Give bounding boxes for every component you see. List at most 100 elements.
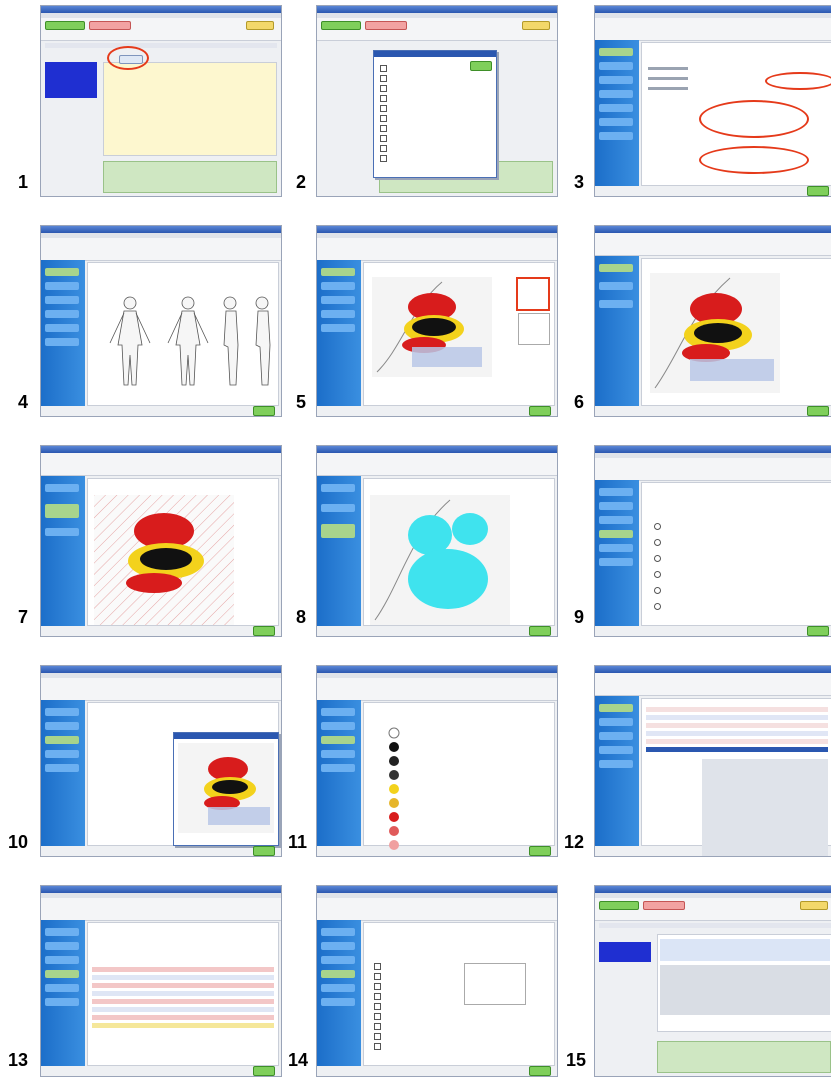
nav-item[interactable] bbox=[45, 268, 79, 276]
table-row[interactable] bbox=[92, 983, 274, 988]
nav-item[interactable] bbox=[599, 90, 633, 98]
patient-list[interactable] bbox=[599, 942, 651, 962]
option-checkbox[interactable] bbox=[380, 95, 387, 102]
nav-item[interactable] bbox=[45, 998, 79, 1006]
nav-item[interactable] bbox=[45, 984, 79, 992]
measure-checkbox[interactable] bbox=[374, 973, 381, 980]
table-row[interactable] bbox=[92, 1023, 274, 1028]
grade-radio[interactable] bbox=[654, 603, 661, 610]
nav-item[interactable] bbox=[599, 718, 633, 726]
navigation-panel[interactable] bbox=[317, 476, 361, 626]
nav-item[interactable] bbox=[599, 132, 633, 140]
option-checkbox[interactable] bbox=[380, 145, 387, 152]
navigation-panel[interactable] bbox=[595, 696, 639, 846]
nav-item[interactable] bbox=[321, 722, 355, 730]
table-row[interactable] bbox=[646, 715, 828, 720]
navigation-panel[interactable] bbox=[41, 920, 85, 1066]
nav-item[interactable] bbox=[599, 760, 633, 768]
table-row[interactable] bbox=[92, 1007, 274, 1012]
grade-radio[interactable] bbox=[654, 571, 661, 578]
measure-checkbox[interactable] bbox=[374, 1033, 381, 1040]
preview-popup[interactable] bbox=[173, 732, 279, 846]
nav-item[interactable] bbox=[599, 502, 633, 510]
measure-checkbox[interactable] bbox=[374, 963, 381, 970]
grade-radio[interactable] bbox=[654, 523, 661, 530]
thumbnail[interactable] bbox=[518, 313, 550, 345]
nav-item[interactable] bbox=[45, 942, 79, 950]
grade-radio[interactable] bbox=[654, 539, 661, 546]
nav-item[interactable] bbox=[599, 732, 633, 740]
table-row[interactable] bbox=[92, 1015, 274, 1020]
alphabet-bar[interactable] bbox=[599, 923, 831, 928]
save-button[interactable] bbox=[529, 846, 551, 856]
toolbar-button[interactable] bbox=[365, 21, 407, 30]
table-row[interactable] bbox=[646, 707, 828, 712]
save-button[interactable] bbox=[253, 406, 275, 416]
grade-radio[interactable] bbox=[654, 587, 661, 594]
navigation-panel[interactable] bbox=[595, 40, 639, 186]
save-button[interactable] bbox=[253, 846, 275, 856]
navigation-panel[interactable] bbox=[317, 920, 361, 1066]
nav-item[interactable] bbox=[45, 504, 79, 518]
nav-item[interactable] bbox=[599, 282, 633, 290]
option-checkbox[interactable] bbox=[380, 105, 387, 112]
nav-item[interactable] bbox=[45, 956, 79, 964]
nav-item[interactable] bbox=[599, 76, 633, 84]
nav-item[interactable] bbox=[45, 736, 79, 744]
option-checkbox[interactable] bbox=[380, 85, 387, 92]
measure-checkbox[interactable] bbox=[374, 1043, 381, 1050]
navigation-panel[interactable] bbox=[317, 260, 361, 406]
nav-item[interactable] bbox=[321, 998, 355, 1006]
nav-item[interactable] bbox=[45, 722, 79, 730]
measures-table[interactable] bbox=[641, 698, 831, 856]
save-button[interactable] bbox=[529, 406, 551, 416]
measure-checkbox[interactable] bbox=[374, 1003, 381, 1010]
option-checkbox[interactable] bbox=[380, 75, 387, 82]
option-checkbox[interactable] bbox=[380, 115, 387, 122]
thumbnail-selected[interactable] bbox=[516, 277, 550, 311]
nav-item[interactable] bbox=[599, 488, 633, 496]
nav-item[interactable] bbox=[321, 984, 355, 992]
measure-checkbox[interactable] bbox=[374, 1013, 381, 1020]
nav-item[interactable] bbox=[321, 310, 355, 318]
nav-item[interactable] bbox=[599, 516, 633, 524]
table-row[interactable] bbox=[646, 723, 828, 728]
nav-item[interactable] bbox=[321, 524, 355, 538]
option-checkbox[interactable] bbox=[380, 65, 387, 72]
nav-item[interactable] bbox=[599, 118, 633, 126]
nav-item[interactable] bbox=[45, 750, 79, 758]
navigation-panel[interactable] bbox=[41, 260, 85, 406]
nav-item[interactable] bbox=[45, 484, 79, 492]
wound-image-filled[interactable] bbox=[370, 495, 510, 625]
option-checkbox[interactable] bbox=[380, 155, 387, 162]
nav-item[interactable] bbox=[599, 300, 633, 308]
nav-item[interactable] bbox=[599, 704, 633, 712]
nav-item[interactable] bbox=[321, 324, 355, 332]
option-checkbox[interactable] bbox=[380, 125, 387, 132]
nav-item[interactable] bbox=[321, 282, 355, 290]
nav-item[interactable] bbox=[321, 956, 355, 964]
table-row[interactable] bbox=[646, 739, 828, 744]
nav-item[interactable] bbox=[599, 544, 633, 552]
wound-image[interactable] bbox=[650, 273, 780, 393]
navigation-panel[interactable] bbox=[595, 256, 639, 406]
nav-item[interactable] bbox=[45, 764, 79, 772]
nav-item[interactable] bbox=[45, 296, 79, 304]
navigation-panel[interactable] bbox=[595, 480, 639, 626]
nav-item[interactable] bbox=[321, 928, 355, 936]
save-button[interactable] bbox=[253, 626, 275, 636]
toolbar-button[interactable] bbox=[246, 21, 274, 30]
nav-item[interactable] bbox=[599, 530, 633, 538]
save-button[interactable] bbox=[529, 1066, 551, 1076]
table-row[interactable] bbox=[92, 975, 274, 980]
toolbar-button[interactable] bbox=[89, 21, 131, 30]
navigation-panel[interactable] bbox=[317, 700, 361, 846]
nav-item[interactable] bbox=[45, 928, 79, 936]
tissue-swatches[interactable] bbox=[382, 725, 412, 855]
toolbar-button[interactable] bbox=[45, 21, 85, 30]
nav-item[interactable] bbox=[45, 310, 79, 318]
nav-item[interactable] bbox=[321, 942, 355, 950]
nav-item[interactable] bbox=[321, 504, 355, 512]
nav-item[interactable] bbox=[599, 62, 633, 70]
table-row[interactable] bbox=[646, 731, 828, 736]
